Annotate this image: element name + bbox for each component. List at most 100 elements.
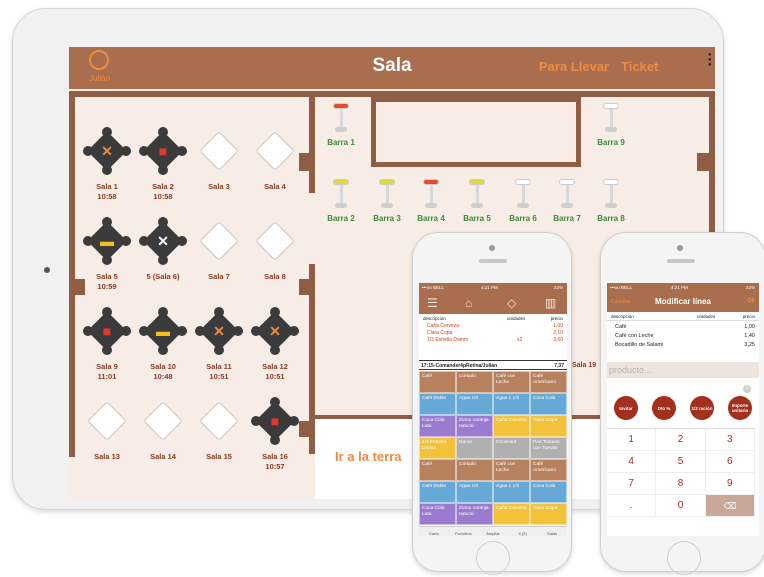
order-row[interactable]: Caña Cerveza 1,00	[419, 323, 567, 330]
table-7[interactable]: Sala 7	[189, 219, 249, 282]
table-8[interactable]: Sala 8	[245, 219, 305, 282]
table-10[interactable]: ▬ Sala 10 10:48	[133, 307, 193, 382]
table-13[interactable]: Sala 13	[77, 399, 137, 462]
bar-stool-2[interactable]: Barra 2	[321, 179, 361, 223]
home-button[interactable]	[667, 541, 701, 575]
decimal-key[interactable]: .	[607, 495, 657, 517]
product-button[interactable]: Coca Cola	[530, 481, 567, 503]
product-button[interactable]: Clara Copa	[530, 503, 567, 525]
product-button[interactable]: Agua 1/3	[456, 393, 493, 415]
wall-left	[69, 97, 75, 457]
product-button[interactable]: Pan Tostado con Tomate	[530, 437, 567, 459]
product-button[interactable]: Café Doble	[419, 393, 456, 415]
tab-carta[interactable]: Carta	[419, 527, 449, 536]
bar-stool-7[interactable]: Barra 7	[547, 179, 587, 223]
table-9[interactable]: ■ Sala 9 11:01	[77, 307, 137, 382]
table-shape	[253, 129, 297, 173]
key-2[interactable]: 2	[656, 429, 706, 451]
product-input[interactable]: producto...	[607, 362, 759, 378]
ticket-link[interactable]: Ticket	[621, 59, 658, 74]
product-button[interactable]: Zumo naranja natural	[456, 415, 493, 437]
product-button[interactable]: Coca Cola	[530, 393, 567, 415]
line-row[interactable]: Café con Leche 1,40	[607, 333, 759, 341]
table-shape	[253, 219, 297, 263]
order-row[interactable]: Clara Copa 2,10	[419, 330, 567, 337]
menu-icon[interactable]: ☰	[427, 296, 438, 310]
table-6[interactable]: ✕ 5 (Sala 6)	[133, 217, 193, 282]
bell-icon[interactable]: ⌂	[465, 296, 472, 310]
key-4[interactable]: 4	[607, 451, 657, 473]
product-button[interactable]: Coca Cola Lata	[419, 415, 456, 437]
more-menu-icon[interactable]: ● ● ●	[708, 52, 712, 68]
receipt-icon: ■	[158, 143, 168, 159]
table-5[interactable]: ▬ Sala 5 10:59	[77, 217, 137, 292]
bar-stool-9[interactable]: Barra 9	[591, 103, 631, 147]
product-button[interactable]: Café	[419, 371, 456, 393]
clear-icon[interactable]: ×	[743, 385, 751, 393]
product-button[interactable]: 1/3 Estrella Damm	[419, 437, 456, 459]
key-5[interactable]: 5	[656, 451, 706, 473]
product-button[interactable]: Café Doble	[419, 481, 456, 503]
tab-ampliar[interactable]: Ampliar	[478, 527, 508, 536]
table-2[interactable]: ■ Sala 2 10:58	[133, 127, 193, 202]
product-button[interactable]: Café	[419, 459, 456, 481]
tab-4-2-[interactable]: 4 (2)	[508, 527, 538, 536]
key-1[interactable]: 1	[607, 429, 657, 451]
table-15[interactable]: Sala 15	[189, 399, 249, 462]
bar-stool-3[interactable]: Barra 3	[367, 179, 407, 223]
product-button[interactable]: Agua 1 1/2	[493, 481, 530, 503]
table-16[interactable]: ■ Sala 16 10:57	[245, 397, 305, 472]
terrace-link[interactable]: Ir a la terra	[335, 449, 402, 464]
product-button[interactable]: Caña Cerveza	[493, 503, 530, 525]
key-0[interactable]: 0	[656, 495, 706, 517]
importe-unitario-button[interactable]: Importe unitario	[728, 396, 752, 420]
para-llevar-link[interactable]: Para Llevar	[539, 59, 609, 74]
bar-stool-6[interactable]: Barra 6	[503, 179, 543, 223]
key-6[interactable]: 6	[705, 451, 755, 473]
product-button[interactable]: Café Americano	[530, 371, 567, 393]
table-4[interactable]: Sala 4	[245, 129, 305, 192]
1-2-raci-n-button[interactable]: 1/2 ración	[690, 396, 714, 420]
tab-favoritos[interactable]: Favoritos	[449, 527, 479, 536]
bar-stool-5[interactable]: Barra 5	[457, 179, 497, 223]
product-button[interactable]: Caña Cerveza	[493, 415, 530, 437]
tag-icon[interactable]: ◇	[507, 296, 516, 310]
product-button[interactable]: Donut	[456, 437, 493, 459]
product-button[interactable]: Agua 1 1/2	[493, 393, 530, 415]
key-9[interactable]: 9	[705, 473, 755, 495]
product-button[interactable]: Agua 1/3	[456, 481, 493, 503]
table-1[interactable]: ✕ Sala 1 10:58	[77, 127, 137, 202]
product-button[interactable]: Café con Leche	[493, 371, 530, 393]
bar-stool-8[interactable]: Barra 8	[591, 179, 631, 223]
product-button[interactable]: Cortado	[456, 459, 493, 481]
product-button[interactable]: Cortado	[456, 371, 493, 393]
table-11[interactable]: ✕ Sala 11 10:51	[189, 307, 249, 382]
key-7[interactable]: 7	[607, 473, 657, 495]
line-row[interactable]: Bocadillo de Salami 3,25	[607, 342, 759, 350]
home-button[interactable]	[476, 541, 510, 575]
key-8[interactable]: 8	[656, 473, 706, 495]
product-button[interactable]: Croissant	[493, 437, 530, 459]
table-label: Sala 12 10:51	[245, 362, 305, 382]
bar-stool-1[interactable]: Barra 1	[321, 103, 361, 147]
key-3[interactable]: 3	[705, 429, 755, 451]
order-row[interactable]: 1/3 Estrella Damm x2 3,60	[419, 337, 567, 344]
product-button[interactable]: Coca Cola Lata	[419, 503, 456, 525]
line-row[interactable]: Café 1,00	[607, 324, 759, 332]
table-3[interactable]: Sala 3	[189, 129, 249, 192]
trash-icon[interactable]: ▥	[545, 296, 556, 310]
product-button[interactable]: Café Americano	[530, 459, 567, 481]
backspace-key[interactable]: ⌫	[705, 495, 755, 517]
bar-stool-4[interactable]: Barra 4	[411, 179, 451, 223]
dto--button[interactable]: Dto %	[652, 396, 676, 420]
order-item-price: 1,00	[553, 323, 563, 329]
ok-button[interactable]: Ok	[747, 298, 755, 304]
chair	[102, 307, 112, 317]
product-button[interactable]: Clara Copa	[530, 415, 567, 437]
product-button[interactable]: Zumo naranja natural	[456, 503, 493, 525]
product-button[interactable]: Café con Leche	[493, 459, 530, 481]
table-12[interactable]: ✕ Sala 12 10:51	[245, 307, 305, 382]
invitar-button[interactable]: Invitar	[614, 396, 638, 420]
table-14[interactable]: Sala 14	[133, 399, 193, 462]
tab-salas[interactable]: Salas	[537, 527, 567, 536]
